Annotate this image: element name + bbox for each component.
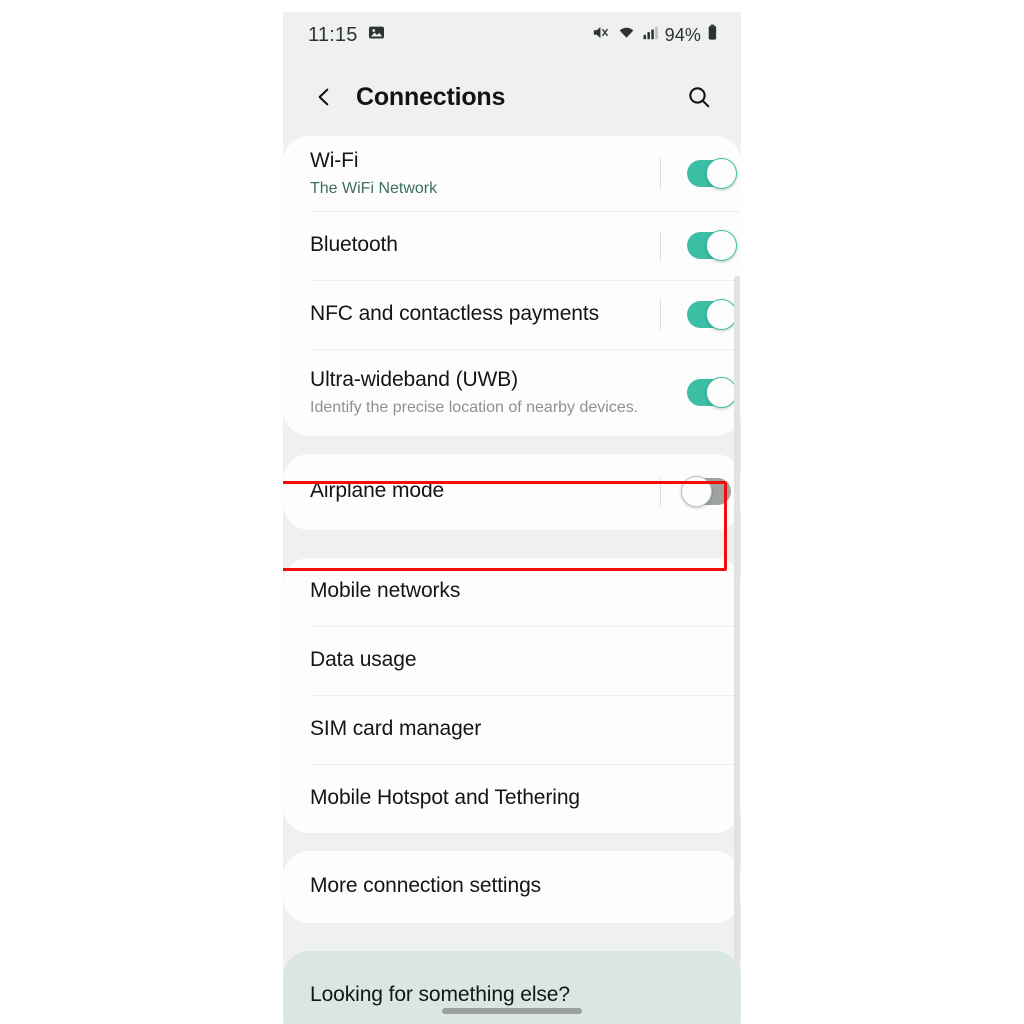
- settings-scroll-area[interactable]: Wi-Fi The WiFi Network Bluetooth NFC and…: [283, 136, 741, 1024]
- row-title: Wi-Fi: [310, 149, 359, 172]
- wifi-toggle[interactable]: [687, 157, 737, 189]
- row-title: Ultra-wideband (UWB): [310, 368, 519, 392]
- setting-row-nfc[interactable]: NFC and contactless payments: [283, 281, 741, 349]
- card-gap: [283, 530, 741, 558]
- cellular-signal-icon: [642, 23, 660, 47]
- setting-row-more-connection-settings[interactable]: More connection settings: [283, 851, 741, 923]
- row-title: NFC and contactless payments: [310, 302, 599, 326]
- home-indicator[interactable]: [442, 1008, 582, 1014]
- row-title: Mobile networks: [310, 579, 461, 603]
- toggle-wrapper: [660, 476, 741, 508]
- toggle-separator: [660, 158, 661, 189]
- setting-row-mobile-networks[interactable]: Mobile networks: [283, 558, 741, 626]
- row-title: Bluetooth: [310, 233, 398, 257]
- toggle-knob: [706, 230, 737, 262]
- row-subtitle: The WiFi Network: [310, 179, 438, 197]
- status-bar: 11:15 94%: [283, 12, 741, 58]
- card-gap: [283, 833, 741, 851]
- airplane-card: Airplane mode: [283, 453, 741, 530]
- nfc-toggle[interactable]: [687, 299, 737, 331]
- footer-card-title: Looking for something else?: [310, 983, 570, 1007]
- status-bar-notification-icons: [367, 23, 386, 47]
- search-icon[interactable]: [683, 81, 715, 113]
- wifi-calling-icon: [616, 23, 637, 47]
- toggle-knob: [681, 476, 712, 508]
- row-title: Airplane mode: [310, 479, 445, 503]
- setting-row-bluetooth[interactable]: Bluetooth: [283, 212, 741, 280]
- row-title: Mobile Hotspot and Tethering: [310, 786, 580, 810]
- toggle-wrapper: [660, 157, 741, 189]
- toggle-wrapper: [660, 299, 741, 331]
- row-title: Data usage: [310, 648, 417, 672]
- toggle-wrapper: [660, 230, 741, 262]
- battery-percent-label: 94%: [664, 24, 701, 45]
- toggle-knob: [706, 377, 737, 409]
- sound-muted-icon: [591, 23, 611, 47]
- toggle-separator: [660, 230, 661, 261]
- setting-row-sim-card-manager[interactable]: SIM card manager: [283, 696, 741, 764]
- row-title: More connection settings: [310, 874, 542, 898]
- toggle-wrapper: [660, 377, 741, 409]
- setting-row-data-usage[interactable]: Data usage: [283, 627, 741, 695]
- chevron-left-icon[interactable]: [309, 82, 339, 112]
- page-title: Connections: [356, 82, 506, 111]
- airplane-mode-toggle[interactable]: [681, 476, 731, 508]
- toggles-card: Wi-Fi The WiFi Network Bluetooth NFC and…: [283, 136, 741, 436]
- card-gap: [283, 436, 741, 454]
- toggle-knob: [706, 157, 737, 189]
- status-bar-system-icons: 94%: [591, 23, 719, 47]
- network-card: Mobile networks Data usage SIM card mana…: [283, 557, 741, 833]
- setting-row-airplane-mode[interactable]: Airplane mode: [283, 454, 741, 530]
- status-bar-time: 11:15: [308, 23, 358, 46]
- battery-icon: [706, 23, 719, 47]
- row-subtitle: Identify the precise location of nearby …: [310, 399, 639, 417]
- row-title: SIM card manager: [310, 717, 482, 741]
- toggle-separator: [660, 378, 661, 408]
- card-gap: [283, 923, 741, 951]
- setting-row-uwb[interactable]: Ultra-wideband (UWB) Identify the precis…: [283, 350, 741, 436]
- phone-screen: 11:15 94% Connections Wi-Fi The WiFi Net…: [283, 12, 741, 1024]
- image-icon: [367, 23, 386, 47]
- app-bar: Connections: [283, 58, 741, 136]
- toggle-separator: [660, 299, 661, 330]
- bluetooth-toggle[interactable]: [687, 230, 737, 262]
- more-settings-card: More connection settings: [283, 850, 741, 923]
- setting-row-hotspot-tethering[interactable]: Mobile Hotspot and Tethering: [283, 765, 741, 833]
- toggle-knob: [706, 299, 737, 331]
- uwb-toggle[interactable]: [687, 377, 737, 409]
- toggle-separator: [660, 476, 661, 507]
- setting-row-wifi[interactable]: Wi-Fi The WiFi Network: [283, 136, 741, 211]
- vertical-scrollbar[interactable]: [734, 276, 740, 966]
